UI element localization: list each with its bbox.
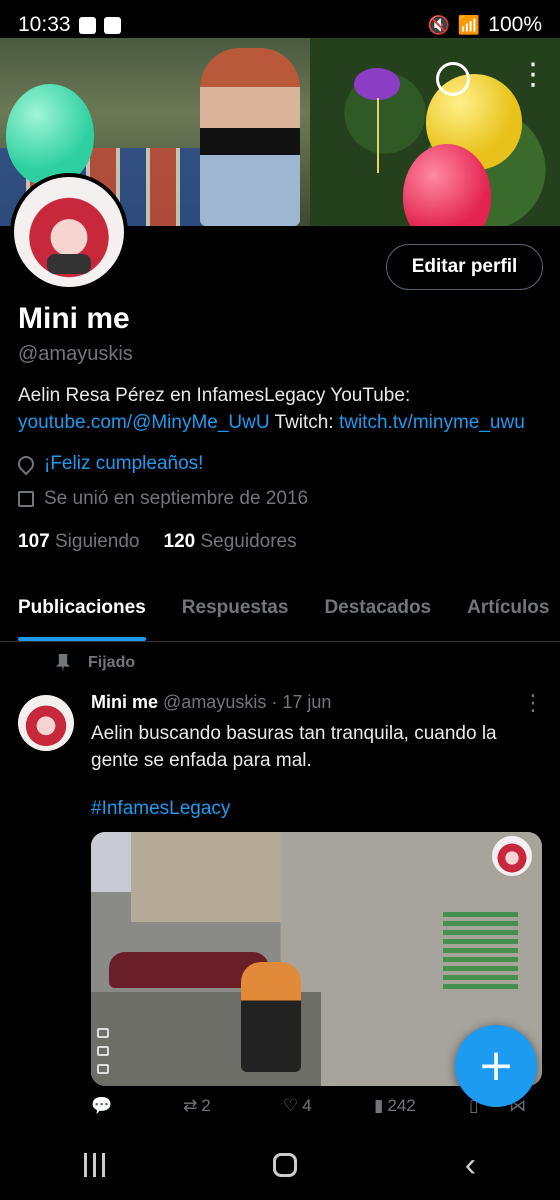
youtube-link[interactable]: youtube.com/@MinyMe_UwU [18,412,270,433]
profile-tabs: Publicaciones Respuestas Destacados Artí… [0,584,560,642]
followers-label: Seguidores [200,531,297,552]
wifi-icon: 📶 [457,14,481,35]
green-balloon [6,84,94,226]
followers-stat[interactable]: 120 Seguidores [164,531,297,553]
post-header: Mini me @amayuskis · 17 jun [91,692,331,713]
post-author-name[interactable]: Mini me [91,692,158,712]
like-button[interactable]: ♡ 4 [283,1096,312,1116]
following-label: Siguiendo [54,531,140,552]
post-date[interactable]: 17 jun [282,692,331,712]
post-author-handle[interactable]: @amayuskis [163,692,266,712]
post-text: Aelin buscando basuras tan tranquila, cu… [91,723,497,771]
video-chat-overlay [443,912,518,992]
edit-profile-button[interactable]: Editar perfil [386,244,543,290]
views-icon: ▮ [374,1096,384,1115]
following-count: 107 [18,531,50,552]
post-actions: 💬 ⇄ 2 ♡ 4 ▮ 242 ▯ ⋈ [91,1096,531,1126]
recents-icon[interactable] [83,1153,105,1177]
profile-avatar[interactable] [10,173,128,291]
twitch-link[interactable]: twitch.tv/minyme_uwu [339,412,525,433]
followers-count: 120 [163,531,196,552]
like-count: 4 [302,1096,312,1115]
back-icon[interactable]: ‹ [465,1148,476,1182]
reply-icon: 💬 [91,1096,113,1115]
video-control-icon[interactable] [97,1046,109,1056]
post-author-avatar[interactable] [18,695,74,751]
more-options-icon[interactable]: ⋮ [518,60,548,90]
reply-button[interactable]: 💬 [91,1096,112,1116]
mute-icon: 🔇 [427,14,450,35]
status-time: 10:33 [18,13,71,36]
follow-stats: 107 Siguiendo 120 Seguidores [18,531,297,553]
location-row: ¡Feliz cumpleaños! [14,452,203,476]
retweet-button[interactable]: ⇄ 2 [183,1096,211,1116]
display-name: Mini me [18,302,130,335]
video-character [241,962,301,1072]
retweet-icon: ⇄ [183,1096,198,1115]
views-count: 242 [387,1096,416,1115]
post-more-icon[interactable]: ⋮ [522,690,544,716]
views-button[interactable]: ▮ 242 [374,1096,416,1116]
location-text[interactable]: ¡Feliz cumpleaños! [44,453,203,475]
pin-icon [56,654,70,672]
post-hashtag[interactable]: #InfamesLegacy [91,798,230,820]
search-icon[interactable] [436,62,470,96]
battery-level: 100% [488,13,542,36]
retweet-count: 2 [201,1096,211,1115]
status-bar: 10:33 🔇 📶 100% [0,0,560,50]
video-streamer-badge [492,836,532,876]
video-control-icon[interactable] [97,1028,109,1038]
pinned-indicator: Fijado [56,654,135,672]
bio-twitch-label: Twitch: [269,412,339,433]
user-handle: @amayuskis [18,343,133,365]
tab-publicaciones[interactable]: Publicaciones [0,584,164,641]
tab-articulos[interactable]: Artículos [449,584,560,641]
purple-balloon [354,68,400,173]
image-notification-icon [103,16,121,34]
video-control-icon[interactable] [97,1064,109,1074]
heart-icon: ♡ [283,1096,299,1115]
calendar-icon [18,491,34,507]
following-stat[interactable]: 107 Siguiendo [18,531,140,553]
post-separator: · [266,692,283,712]
joined-text: Se unió en septiembre de 2016 [44,488,309,509]
video-building [131,832,281,922]
bio-text: Aelin Resa Pérez en InfamesLegacy YouTub… [18,385,411,406]
banner-character [200,48,300,226]
checkbox-notification-icon [78,16,96,34]
joined-row: Se unió en septiembre de 2016 [18,488,308,510]
pinned-label: Fijado [88,654,136,671]
compose-post-button[interactable]: + [455,1025,537,1107]
avatar-image [14,177,124,287]
profile-bio: Aelin Resa Pérez en InfamesLegacy YouTub… [18,382,538,436]
home-icon[interactable] [272,1153,297,1177]
tab-respuestas[interactable]: Respuestas [164,584,307,641]
location-icon [14,452,38,476]
tab-destacados[interactable]: Destacados [306,584,449,641]
system-nav-bar: ‹ [0,1130,560,1200]
